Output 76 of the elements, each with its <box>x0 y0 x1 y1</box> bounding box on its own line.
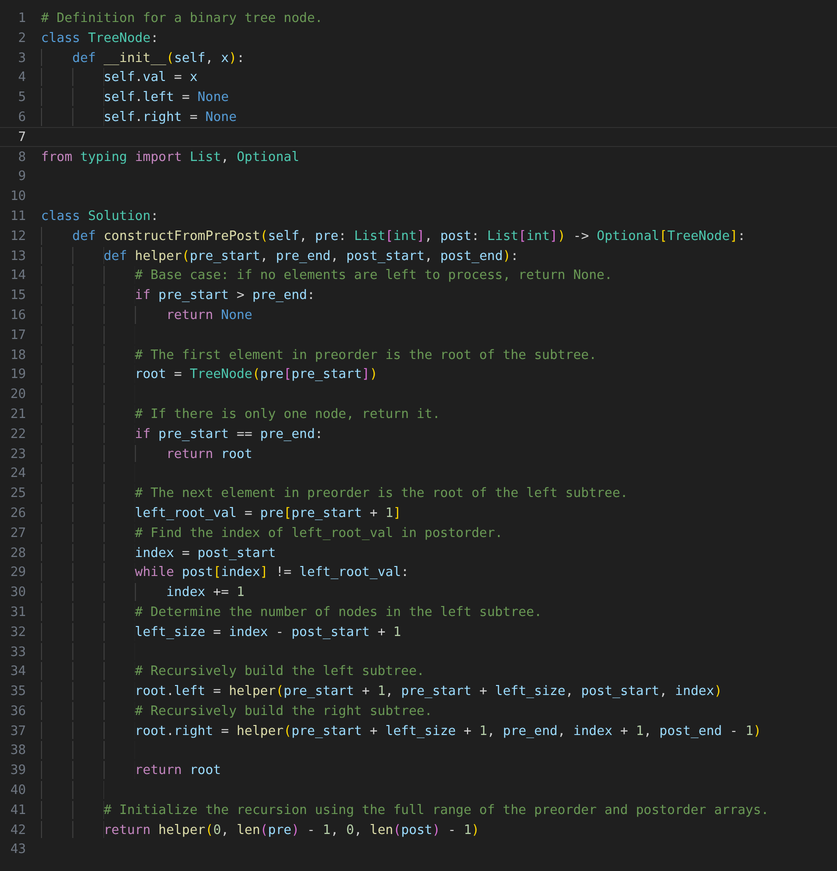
code-line: # Recursively build the right subtree. <box>134 702 432 720</box>
line-number: 42 <box>9 822 26 838</box>
line-number: 3 <box>17 50 26 66</box>
line-number: 16 <box>9 306 26 324</box>
code-line: self.val = x <box>104 69 198 86</box>
code-line: def constructFromPrePost(self, pre: List[int], post: List[int]) -> Optional[TreeNode]: <box>72 228 746 245</box>
line-number: 35 <box>9 683 26 700</box>
line-number: 40 <box>9 782 26 799</box>
code-line: # Determine the number of nodes in the left subtree. <box>134 604 542 621</box>
code-line: left_size = index - post_start + 1 <box>134 624 402 640</box>
line-number: 9 <box>17 168 26 186</box>
line-number: 4 <box>17 69 26 86</box>
code-line: # Find the index of left_root_val in postorder. <box>134 524 503 542</box>
line-number: 32 <box>9 624 26 640</box>
code-line: return helper(0, len(pre) - 1, 0, len(post) - 1) <box>104 822 480 838</box>
line-number: 27 <box>9 524 26 542</box>
line-number: 6 <box>17 108 26 126</box>
code-line: return root <box>166 446 252 462</box>
line-number: 36 <box>9 702 26 720</box>
code-line: left_root_val = pre[pre_start + 1] <box>134 504 402 522</box>
code-line: from typing import List, Optional <box>41 148 300 166</box>
line-number: 29 <box>9 564 26 582</box>
code-line: # Definition for a binary tree node. <box>41 10 323 27</box>
code-line: # If there is only one node, return it. <box>134 406 440 423</box>
line-number: 13 <box>9 248 26 264</box>
code-line: index = post_start <box>134 544 276 562</box>
line-number: 39 <box>9 762 26 780</box>
line-number: 14 <box>9 267 26 284</box>
line-number: 15 <box>9 287 26 304</box>
line-number: 31 <box>9 604 26 621</box>
line-number: 11 <box>9 208 26 225</box>
line-number: 19 <box>9 366 26 384</box>
line-number: 38 <box>9 742 26 760</box>
line-number: 7 <box>17 128 26 146</box>
code-line: return root <box>134 762 222 780</box>
code-line: def __init__(self, x): <box>72 50 245 66</box>
code-line: root.right = helper(pre_start + left_size + 1, pre_end, index + 1, post_end - 1) <box>134 722 762 740</box>
line-number: 43 <box>9 841 26 858</box>
code-line: root.left = helper(pre_start + 1, pre_start + left_size, post_start, index) <box>134 683 722 700</box>
code-line: if pre_start == pre_end: <box>134 426 323 443</box>
code-line: class TreeNode: <box>41 30 158 47</box>
line-number: 2 <box>17 30 26 47</box>
code-line: return None <box>166 306 252 324</box>
code-line: # The next element in preorder is the root of the left subtree. <box>134 485 628 502</box>
code-line: index += 1 <box>166 584 244 601</box>
line-number: 12 <box>9 228 26 245</box>
line-number: 20 <box>9 386 26 403</box>
code-line: def helper(pre_start, pre_end, post_start, post_end): <box>104 248 518 264</box>
code-line: if pre_start > pre_end: <box>134 287 315 304</box>
line-number: 8 <box>17 148 26 166</box>
code-line: # Base case: if no elements are left to process, return None. <box>134 267 612 284</box>
code-line: # Recursively build the left subtree. <box>134 663 424 680</box>
code-line: # The first element in preorder is the root of the subtree. <box>134 346 597 364</box>
line-number: 18 <box>9 346 26 364</box>
code-line: root = TreeNode(pre[pre_start]) <box>134 366 378 384</box>
line-number: 37 <box>9 722 26 740</box>
line-number: 30 <box>9 584 26 601</box>
line-number: 41 <box>9 802 26 819</box>
line-number: 25 <box>9 485 26 502</box>
line-number: 17 <box>9 326 26 344</box>
line-number: 10 <box>9 188 26 205</box>
line-number: 26 <box>9 504 26 522</box>
line-number: 22 <box>9 426 26 443</box>
line-number: 5 <box>17 89 26 106</box>
code-line: self.left = None <box>104 89 229 106</box>
code-line: while post[index] != left_root_val: <box>134 564 409 582</box>
code-line: class Solution: <box>41 208 158 225</box>
line-number: 33 <box>9 644 26 660</box>
line-number: 1 <box>17 10 26 27</box>
line-number: 23 <box>9 446 26 462</box>
line-number: 34 <box>9 663 26 680</box>
code-line: self.right = None <box>104 108 237 126</box>
code-line: # Initialize the recursion using the full range of the preorder and postorder arrays. <box>104 802 769 819</box>
line-number: 21 <box>9 406 26 423</box>
line-number: 28 <box>9 544 26 562</box>
line-number: 24 <box>9 465 26 482</box>
